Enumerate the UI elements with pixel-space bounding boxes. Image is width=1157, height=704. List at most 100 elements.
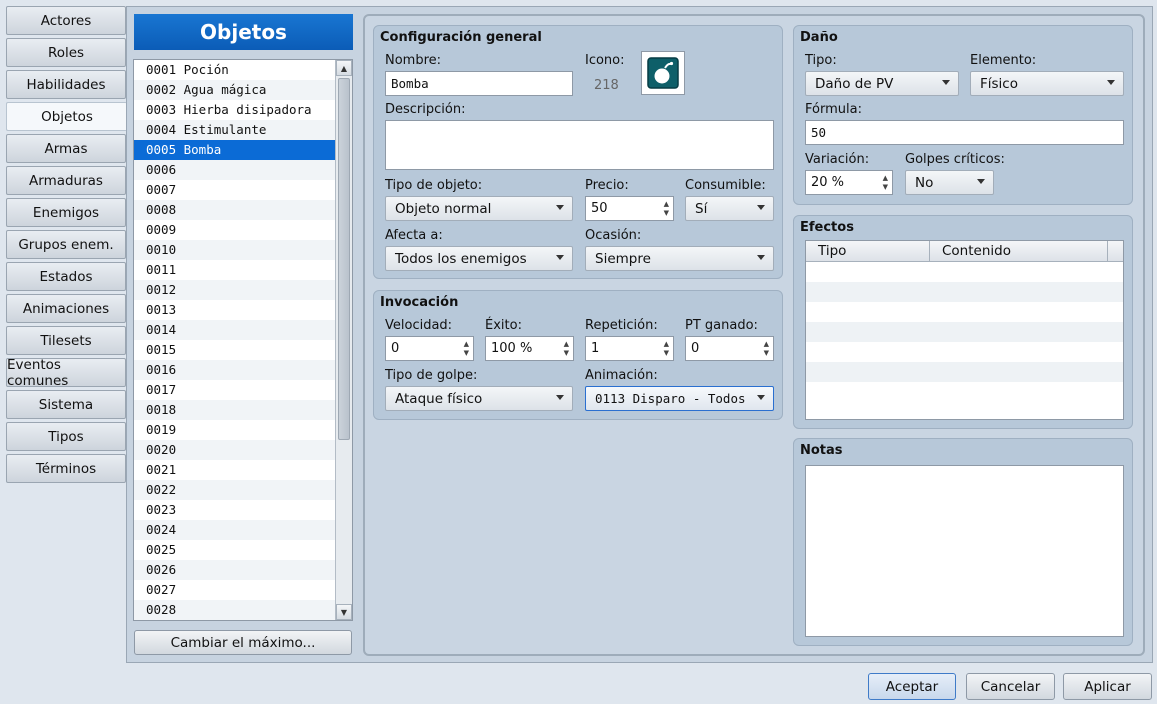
list-item[interactable]: 0021 — [134, 460, 336, 480]
apply-button[interactable]: Aplicar — [1063, 673, 1152, 700]
scope-select[interactable]: Todos los enemigos — [385, 246, 573, 271]
scroll-thumb[interactable] — [338, 78, 350, 440]
list-item[interactable]: 0022 — [134, 480, 336, 500]
icon-picker[interactable] — [641, 51, 685, 95]
tab-4[interactable]: Armas — [6, 134, 126, 163]
spin-arrows-icon[interactable]: ▲ ▼ — [464, 340, 469, 358]
tab-0[interactable]: Actores — [6, 6, 126, 35]
damage-type-value: Daño de PV — [815, 75, 894, 92]
list-item[interactable]: 0025 — [134, 540, 336, 560]
list-item[interactable]: 0023 — [134, 500, 336, 520]
effects-title: Efectos — [800, 220, 854, 235]
critical-label: Golpes críticos: — [905, 152, 1005, 167]
list-item[interactable]: 0006 — [134, 160, 336, 180]
tp-stepper[interactable]: 0 ▲ ▼ — [685, 336, 774, 361]
price-stepper[interactable]: 50 ▲ ▼ — [585, 196, 674, 221]
notes-group: Notas — [793, 438, 1133, 646]
list-item[interactable]: 0010 — [134, 240, 336, 260]
list-item[interactable]: 0007 — [134, 180, 336, 200]
table-row[interactable] — [806, 302, 1123, 322]
table-row[interactable] — [806, 322, 1123, 342]
list-item[interactable]: 0018 — [134, 400, 336, 420]
list-item[interactable]: 0028 — [134, 600, 336, 620]
scroll-up-icon[interactable]: ▲ — [336, 60, 352, 76]
list-item[interactable]: 0019 — [134, 420, 336, 440]
list-item[interactable]: 0014 — [134, 320, 336, 340]
animation-select[interactable]: 0113 Disparo - Todos — [585, 386, 774, 411]
table-row[interactable] — [806, 362, 1123, 382]
speed-stepper[interactable]: 0 ▲ ▼ — [385, 336, 474, 361]
tab-6[interactable]: Enemigos — [6, 198, 126, 227]
table-row[interactable] — [806, 262, 1123, 282]
tab-3[interactable]: Objetos — [6, 102, 127, 131]
tab-14[interactable]: Términos — [6, 454, 126, 483]
item-list[interactable]: 0001 Poción 0002 Agua mágica 0003 Hierba d… — [133, 59, 353, 621]
list-item[interactable]: 0011 — [134, 260, 336, 280]
list-item[interactable]: 0015 — [134, 340, 336, 360]
repeat-stepper[interactable]: 1 ▲ ▼ — [585, 336, 674, 361]
list-item[interactable]: 0020 — [134, 440, 336, 460]
spin-arrows-icon[interactable]: ▲ ▼ — [664, 200, 669, 218]
tab-1[interactable]: Roles — [6, 38, 126, 67]
effects-col-type[interactable]: Tipo — [806, 241, 930, 262]
table-row[interactable] — [806, 342, 1123, 362]
ok-button[interactable]: Aceptar — [868, 673, 956, 700]
list-scrollbar[interactable]: ▲ ▼ — [335, 60, 352, 620]
list-item[interactable]: 0002 Agua mágica — [134, 80, 336, 100]
occasion-value: Siempre — [595, 250, 651, 267]
effects-table[interactable]: Tipo Contenido — [805, 240, 1124, 420]
damage-type-select[interactable]: Daño de PV — [805, 71, 959, 96]
chevron-down-icon — [977, 179, 985, 184]
tab-7[interactable]: Grupos enem. — [6, 230, 126, 259]
formula-input[interactable]: 50 — [805, 120, 1124, 145]
item-type-select[interactable]: Objeto normal — [385, 196, 573, 221]
list-item[interactable]: 0005 Bomba — [134, 140, 336, 160]
notes-title: Notas — [800, 443, 843, 458]
name-input[interactable]: Bomba — [385, 71, 573, 96]
notes-input[interactable] — [805, 465, 1124, 637]
effects-col-content[interactable]: Contenido — [930, 241, 1108, 262]
list-item[interactable]: 0024 — [134, 520, 336, 540]
tab-2[interactable]: Habilidades — [6, 70, 126, 99]
list-item[interactable]: 0016 — [134, 360, 336, 380]
tab-9[interactable]: Animaciones — [6, 294, 126, 323]
description-input[interactable] — [385, 120, 774, 170]
list-item[interactable]: 0013 — [134, 300, 336, 320]
list-item[interactable]: 0012 — [134, 280, 336, 300]
chevron-down-icon — [1107, 80, 1115, 85]
list-item[interactable]: 0017 — [134, 380, 336, 400]
table-row[interactable] — [806, 282, 1123, 302]
list-item[interactable]: 0009 — [134, 220, 336, 240]
list-item[interactable]: 0001 Poción — [134, 60, 336, 80]
consumable-select[interactable]: Sí — [685, 196, 774, 221]
list-item[interactable]: 0026 — [134, 560, 336, 580]
spin-arrows-icon[interactable]: ▲ ▼ — [883, 174, 888, 192]
tab-12[interactable]: Sistema — [6, 390, 126, 419]
spin-arrows-icon[interactable]: ▲ ▼ — [764, 340, 769, 358]
list-item[interactable]: 0027 — [134, 580, 336, 600]
tab-8[interactable]: Estados — [6, 262, 126, 291]
critical-select[interactable]: No — [905, 170, 994, 195]
invocation-title: Invocación — [380, 295, 459, 310]
spin-arrows-icon[interactable]: ▲ ▼ — [664, 340, 669, 358]
change-max-button[interactable]: Cambiar el máximo... — [134, 630, 352, 655]
tab-5[interactable]: Armaduras — [6, 166, 126, 195]
list-item[interactable]: 0003 Hierba disipadora — [134, 100, 336, 120]
list-item[interactable]: 0004 Estimulante — [134, 120, 336, 140]
tab-11[interactable]: Eventos comunes — [6, 357, 126, 389]
occasion-select[interactable]: Siempre — [585, 246, 774, 271]
variance-stepper[interactable]: 20 % ▲ ▼ — [805, 170, 893, 195]
hit-type-select[interactable]: Ataque físico — [385, 386, 573, 411]
tab-13[interactable]: Tipos — [6, 422, 126, 451]
element-select[interactable]: Físico — [970, 71, 1124, 96]
table-row[interactable] — [806, 382, 1123, 402]
spin-arrows-icon[interactable]: ▲ ▼ — [564, 340, 569, 358]
list-title: Objetos — [134, 14, 353, 50]
scroll-down-icon[interactable]: ▼ — [336, 604, 352, 620]
tab-10[interactable]: Tilesets — [6, 326, 126, 355]
list-item[interactable]: 0008 — [134, 200, 336, 220]
price-label: Precio: — [585, 178, 629, 193]
hit-type-label: Tipo de golpe: — [385, 368, 478, 383]
cancel-button[interactable]: Cancelar — [966, 673, 1055, 700]
success-stepper[interactable]: 100 % ▲ ▼ — [485, 336, 574, 361]
